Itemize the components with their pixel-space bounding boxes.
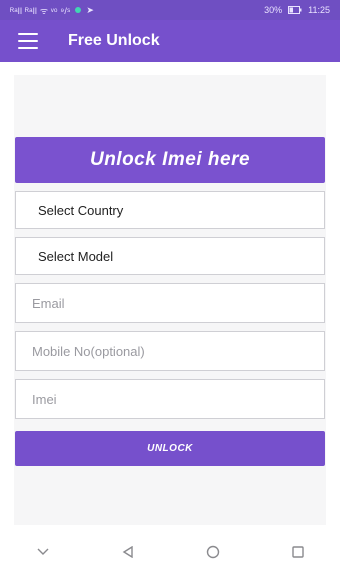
email-field-container — [15, 283, 325, 323]
imei-field[interactable] — [30, 390, 324, 408]
notification-dot-icon — [75, 7, 82, 13]
status-indicators: ᴿᵃll ᴿᵃll ᯤ ᵛᵒ ⁹/ˢ ➤ — [10, 4, 94, 17]
back-icon[interactable] — [108, 537, 148, 567]
email-field[interactable] — [30, 294, 324, 312]
country-select-label: Select Country — [38, 202, 124, 218]
mobile-field-container — [15, 331, 325, 371]
status-right: 30% 11:25 — [264, 5, 330, 15]
app-bar: Free Unlock — [0, 20, 340, 62]
country-select[interactable]: Select Country — [15, 191, 325, 229]
battery-percent: 30% — [264, 5, 283, 15]
navigation-icon: ➤ — [86, 4, 95, 15]
recents-icon[interactable] — [278, 537, 318, 567]
unlock-button[interactable]: UNLOCK — [15, 431, 325, 466]
unlock-imei-banner: Unlock Imei here — [15, 137, 325, 183]
model-select-label: Select Model — [38, 248, 114, 264]
battery-icon — [288, 6, 302, 14]
menu-icon[interactable] — [18, 33, 38, 49]
app-title: Free Unlock — [68, 32, 160, 49]
imei-field-container — [15, 379, 325, 419]
status-left-text: ᴿᵃll ᴿᵃll ᯤ ᵛᵒ ⁹/ˢ — [10, 5, 71, 16]
system-nav-bar — [0, 537, 340, 567]
home-icon[interactable] — [193, 537, 233, 567]
chevron-down-icon[interactable] — [23, 537, 63, 567]
clock: 11:25 — [308, 5, 330, 15]
status-bar: ᴿᵃll ᴿᵃll ᯤ ᵛᵒ ⁹/ˢ ➤ 30% 11:25 — [0, 0, 340, 20]
model-select[interactable]: Select Model — [15, 237, 325, 275]
mobile-field[interactable] — [30, 342, 324, 360]
